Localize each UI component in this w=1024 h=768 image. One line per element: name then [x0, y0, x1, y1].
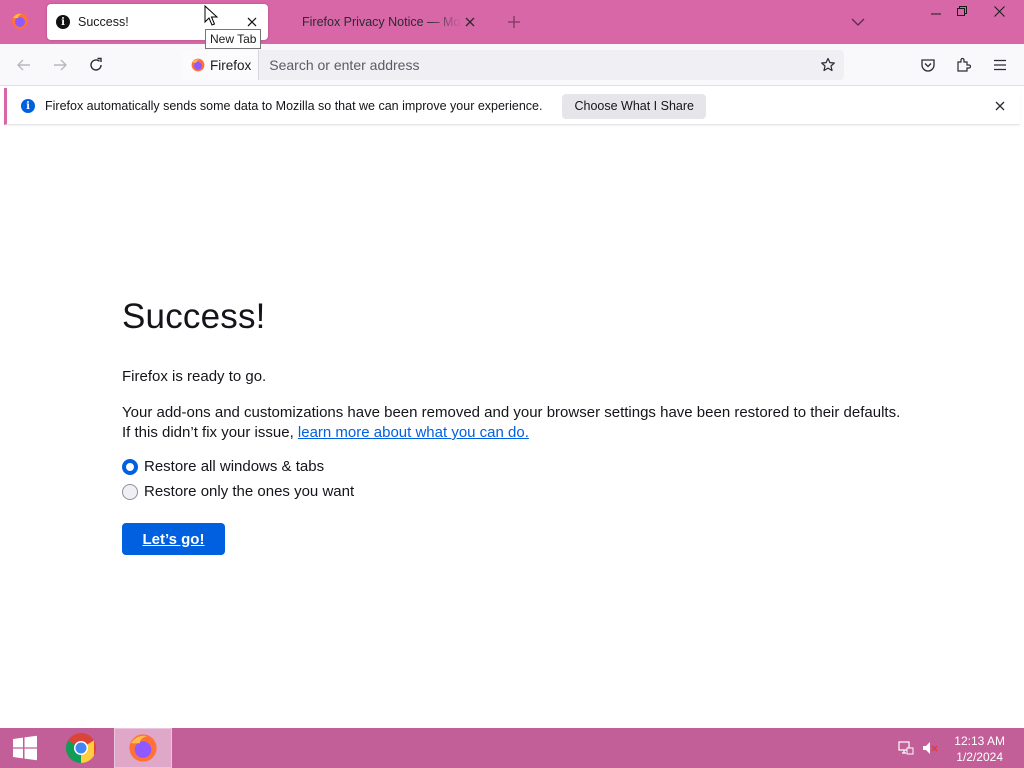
title-bar: i Success! Firefox Privacy Notice — Mozi… — [0, 0, 1024, 44]
minimize-button[interactable] — [925, 2, 947, 20]
close-tab-icon[interactable] — [244, 14, 260, 30]
description-text: Your add-ons and customizations have bee… — [122, 404, 901, 421]
network-icon[interactable] — [898, 740, 914, 756]
info-icon: i — [56, 15, 70, 29]
fix-prefix-text: If this didn’t fix your issue, — [122, 424, 298, 441]
firefox-logo-icon — [129, 734, 157, 762]
tab-title: Firefox Privacy Notice — Mozilla — [302, 15, 462, 29]
clock-date: 1/2/2024 — [956, 750, 1003, 764]
radio-selected[interactable] — [122, 458, 138, 475]
system-clock[interactable]: 12:13 AM 1/2/2024 — [954, 733, 1005, 765]
restore-all-label: Restore all windows & tabs — [144, 458, 325, 475]
lets-go-label: Let’s go! — [142, 530, 205, 548]
restore-all-option[interactable]: Restore all windows & tabs — [122, 458, 324, 475]
extensions-puzzle-icon[interactable] — [953, 54, 975, 76]
start-button[interactable] — [0, 728, 50, 768]
address-bar[interactable]: Firefox — [182, 50, 844, 80]
taskbar: 12:13 AM 1/2/2024 — [0, 728, 1024, 768]
close-window-button[interactable] — [988, 2, 1010, 20]
ready-text: Firefox is ready to go. — [122, 368, 267, 385]
notice-text: Firefox automatically sends some data to… — [45, 99, 543, 113]
choose-what-i-share-button[interactable]: Choose What I Share — [562, 93, 706, 119]
navigation-toolbar: Firefox — [0, 44, 1024, 86]
tab-title: Success! — [78, 15, 129, 29]
restore-some-option[interactable]: Restore only the ones you want — [122, 483, 354, 500]
radio-unselected[interactable] — [122, 483, 138, 500]
identity-label: Firefox — [210, 57, 252, 73]
new-tab-plus-icon[interactable] — [505, 13, 523, 31]
tab-privacy-notice[interactable]: Firefox Privacy Notice — Mozilla — [296, 4, 486, 40]
back-button[interactable] — [13, 54, 35, 76]
restore-some-label: Restore only the ones you want — [144, 483, 355, 500]
windows-logo-icon — [13, 735, 37, 761]
lets-go-button[interactable]: Let’s go! — [122, 523, 225, 555]
mouse-cursor-icon — [204, 5, 218, 26]
info-icon: i — [21, 99, 35, 113]
pocket-icon[interactable] — [917, 54, 939, 76]
hamburger-menu-icon[interactable] — [989, 54, 1011, 76]
firefox-logo-icon[interactable] — [10, 11, 30, 31]
clock-time: 12:13 AM — [954, 734, 1005, 748]
search-input[interactable] — [259, 57, 814, 73]
taskbar-firefox[interactable] — [114, 728, 172, 768]
chrome-icon — [65, 733, 96, 763]
identity-box[interactable]: Firefox — [182, 50, 260, 80]
close-tab-icon[interactable] — [462, 14, 478, 30]
volume-muted-icon[interactable] — [922, 740, 938, 756]
taskbar-chrome[interactable] — [52, 728, 110, 768]
forward-button[interactable] — [49, 54, 71, 76]
learn-more-link[interactable]: learn more about what you can do. — [298, 424, 529, 441]
restore-button[interactable] — [951, 2, 973, 20]
notice-button-label: Choose What I Share — [574, 99, 694, 113]
close-notice-icon[interactable] — [992, 98, 1008, 114]
data-collection-notice: i Firefox automatically sends some data … — [4, 88, 1020, 125]
new-tab-tooltip: New Tab — [205, 29, 262, 49]
description: Your add-ons and customizations have bee… — [122, 403, 922, 443]
bookmark-star-icon[interactable] — [814, 51, 842, 79]
chevron-down-icon[interactable] — [850, 14, 866, 30]
firefox-logo-icon — [191, 58, 205, 72]
page-content: Success! Firefox is ready to go. Your ad… — [0, 127, 1024, 728]
page-title: Success! — [122, 297, 266, 336]
reload-button[interactable] — [85, 54, 107, 76]
